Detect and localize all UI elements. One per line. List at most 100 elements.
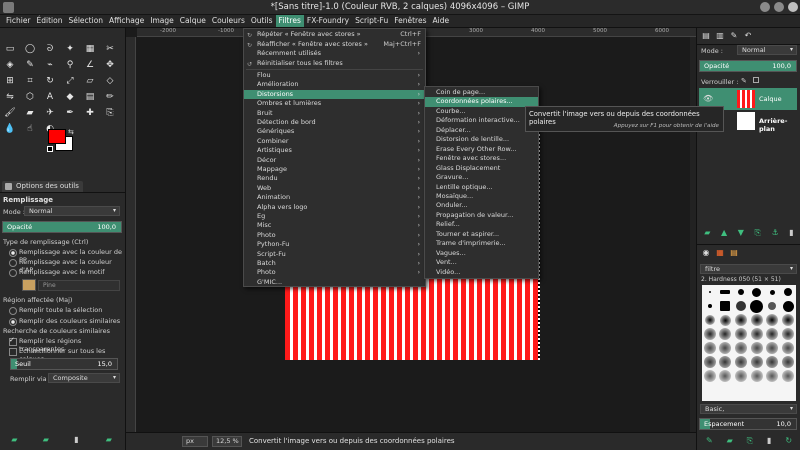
brush-preview[interactable] [703, 328, 716, 340]
brush-preview[interactable] [768, 302, 777, 310]
close-button[interactable] [788, 2, 798, 12]
menu-item-filter[interactable]: Batch › [244, 259, 425, 268]
menu-item-distortion[interactable]: Onduler... [425, 201, 538, 210]
menu-item-distortion[interactable]: Trame d'imprimerie... [425, 239, 538, 248]
brush-preview[interactable] [766, 342, 779, 354]
perspective-icon[interactable]: ◇ [103, 74, 117, 88]
menu-fichier[interactable]: Fichier [3, 15, 34, 27]
text-icon[interactable]: A [43, 90, 57, 104]
brush-preview[interactable] [750, 299, 764, 313]
brush-preview[interactable] [719, 370, 732, 382]
menu-item-filter[interactable]: Photo › [244, 231, 425, 240]
brush-preview[interactable] [752, 287, 762, 297]
menu-item-filter[interactable]: Bruit › [244, 109, 425, 118]
fill-similar-radio[interactable]: Remplir des couleurs similaires [8, 317, 120, 326]
eye-icon[interactable]: 👁 [703, 94, 713, 103]
brush-preview[interactable] [782, 342, 795, 354]
menu-aide[interactable]: Aide [430, 15, 453, 27]
brush-preview[interactable] [735, 328, 748, 340]
fill-by-select[interactable]: Composite ▾ [48, 373, 120, 383]
menu-item-distortion[interactable]: Mosaïque... [425, 192, 538, 201]
menu-item-distortion[interactable]: Lentille optique... [425, 183, 538, 192]
brush-preview[interactable] [769, 289, 775, 295]
rect-select-icon[interactable]: ▭ [3, 42, 17, 56]
menu-item-filter[interactable]: Distorsions › [244, 89, 425, 100]
opacity-slider[interactable]: Opacité 100,0 [2, 221, 122, 233]
brush-preview[interactable] [735, 314, 748, 326]
menu-item-distortion[interactable]: Propagation de valeur... [425, 211, 538, 220]
gradient-icon[interactable]: ▤ [83, 90, 97, 104]
menu-item-distortion[interactable]: Distorsion de lentille... [425, 135, 538, 144]
menu-item-distortion[interactable]: Courbe... [425, 107, 538, 116]
fill-pattern-radio[interactable]: Remplissage avec le motif [8, 268, 105, 277]
gradients-tab-icon[interactable]: ▤ [729, 248, 739, 258]
menu-item-filter[interactable]: Combiner › [244, 137, 425, 146]
brush-preview[interactable] [719, 342, 732, 354]
scissors-icon[interactable]: ✂ [103, 42, 117, 56]
clone-icon[interactable]: ⎘ [103, 106, 117, 120]
swap-colors-icon[interactable]: ⇆ [68, 128, 74, 136]
brush-preview[interactable] [735, 370, 748, 382]
pencil-icon[interactable]: ✏ [103, 90, 117, 104]
menu-item-filter[interactable]: Flou › [244, 71, 425, 80]
reset-options-icon[interactable]: ▰ [106, 436, 115, 444]
menu-item-distortion[interactable]: Tourner et aspirer... [425, 230, 538, 239]
menu-couleurs[interactable]: Couleurs [209, 15, 248, 27]
brush-preview[interactable] [750, 314, 763, 326]
menu-outils[interactable]: Outils [248, 15, 276, 27]
menu-item-filter[interactable]: Mappage › [244, 165, 425, 174]
zoom-select[interactable]: 12,5 % [212, 436, 242, 447]
brush-tag-filter[interactable]: filtre ▾ [700, 264, 797, 274]
brush-preview[interactable] [703, 342, 716, 354]
shear-icon[interactable]: ▱ [83, 74, 97, 88]
zoom-icon[interactable]: ⚲ [63, 58, 77, 72]
brush-preview[interactable] [736, 301, 747, 311]
menu-item-filter[interactable]: G'MIC... [244, 278, 425, 287]
menu-item-repeat[interactable]: ↻ Répéter « Fenêtre avec stores » Ctrl+F [244, 30, 425, 39]
rotate-icon[interactable]: ↻ [43, 74, 57, 88]
brush-preview[interactable] [750, 342, 763, 354]
menu-item-distortion[interactable]: Vidéo... [425, 268, 538, 277]
move-icon[interactable]: ✥ [103, 58, 117, 72]
brush-preview[interactable] [735, 342, 748, 354]
minimize-button[interactable] [760, 2, 770, 12]
cage-icon[interactable]: ⬡ [23, 90, 37, 104]
patterns-tab-icon[interactable]: ▦ [715, 248, 725, 258]
color-select-icon[interactable]: ▦ [83, 42, 97, 56]
menu-item-distortion[interactable]: Coin de page... [425, 88, 538, 97]
menu-item-filter[interactable]: Rendu › [244, 174, 425, 183]
anchor-layer-icon[interactable]: ⚓ [771, 228, 778, 238]
brush-preview[interactable] [720, 290, 731, 294]
brush-preview[interactable] [735, 356, 748, 368]
brush-preview[interactable] [720, 301, 731, 311]
paintbrush-icon[interactable]: 🖌 [3, 106, 17, 120]
brush-preview[interactable] [719, 356, 732, 368]
flip-icon[interactable]: ⇋ [3, 90, 17, 104]
brush-preview[interactable] [738, 289, 745, 295]
menu-item-distortion[interactable]: Coordonnées polaires... [425, 97, 538, 107]
delete-layer-icon[interactable]: ▮ [789, 228, 793, 238]
ellipse-select-icon[interactable]: ◯ [23, 42, 37, 56]
menu-item-distortion[interactable]: Gravure... [425, 173, 538, 182]
brush-preview[interactable] [707, 304, 712, 308]
new-brush-icon[interactable]: ▰ [727, 436, 733, 446]
foreground-select-icon[interactable]: ◈ [3, 58, 17, 72]
brush-preview[interactable] [704, 315, 715, 325]
menu-item-filter[interactable]: Script-Fu › [244, 250, 425, 259]
tool-options-tab[interactable]: Options des outils [2, 181, 83, 192]
menu-item-filter[interactable]: Animation › [244, 193, 425, 202]
menu-item-distortion[interactable]: Fenêtre avec stores... [425, 154, 538, 163]
menu-item-filter[interactable]: Génériques › [244, 127, 425, 136]
channels-tab-icon[interactable]: ▥ [715, 31, 725, 41]
airbrush-icon[interactable]: ✈ [43, 106, 57, 120]
menu-item-recent[interactable]: Récemment utilisés › [244, 49, 425, 58]
menu-filtres[interactable]: Filtres [275, 15, 304, 27]
brush-preview[interactable] [750, 356, 763, 368]
menu-item-filter[interactable]: Python-Fu › [244, 240, 425, 249]
menu-fenetres[interactable]: Fenêtres [391, 15, 429, 27]
menu-script-fu[interactable]: Script-Fu [352, 15, 391, 27]
lock-pixels-icon[interactable]: ✎ [741, 77, 747, 85]
ink-icon[interactable]: ✒ [63, 106, 77, 120]
foreground-color-swatch[interactable] [48, 129, 66, 144]
fuzzy-select-icon[interactable]: ✦ [63, 42, 77, 56]
